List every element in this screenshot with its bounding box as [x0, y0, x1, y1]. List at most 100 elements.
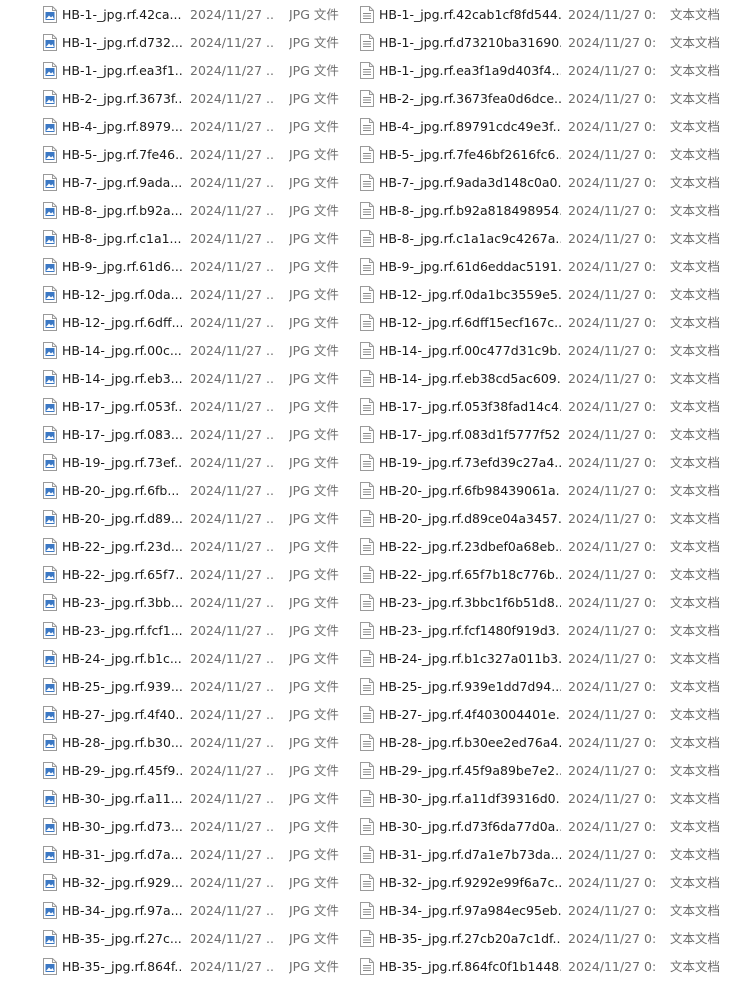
file-row-jpg[interactable]: HB-27-_jpg.rf.4f40... 2024/11/27 ... JPG…: [0, 700, 350, 728]
image-file-icon: [43, 370, 57, 387]
file-date: 2024/11/27 0:...: [568, 763, 657, 778]
image-file-icon: [43, 398, 57, 415]
file-row-text[interactable]: HB-8-_jpg.rf.b92a818498954... 2024/11/27…: [354, 196, 750, 224]
file-row-text[interactable]: HB-5-_jpg.rf.7fe46bf2616fc6... 2024/11/2…: [354, 140, 750, 168]
file-row-jpg[interactable]: HB-4-_jpg.rf.8979... 2024/11/27 ... JPG …: [0, 112, 350, 140]
file-row-text[interactable]: HB-34-_jpg.rf.97a984ec95eb... 2024/11/27…: [354, 896, 750, 924]
file-date: 2024/11/27 ...: [190, 63, 275, 78]
file-row-jpg[interactable]: HB-23-_jpg.rf.3bb... 2024/11/27 ... JPG …: [0, 588, 350, 616]
file-row-text[interactable]: HB-12-_jpg.rf.6dff15ecf167c... 2024/11/2…: [354, 308, 750, 336]
file-row-jpg[interactable]: HB-22-_jpg.rf.65f7... 2024/11/27 ... JPG…: [0, 560, 350, 588]
file-row-jpg[interactable]: HB-23-_jpg.rf.fcf1... 2024/11/27 ... JPG…: [0, 616, 350, 644]
file-row-jpg[interactable]: HB-17-_jpg.rf.083... 2024/11/27 ... JPG …: [0, 420, 350, 448]
file-date: 2024/11/27 ...: [190, 595, 275, 610]
file-row-jpg[interactable]: HB-5-_jpg.rf.7fe46... 2024/11/27 ... JPG…: [0, 140, 350, 168]
file-row-text[interactable]: HB-14-_jpg.rf.eb38cd5ac609... 2024/11/27…: [354, 364, 750, 392]
file-row-jpg[interactable]: HB-14-_jpg.rf.00c... 2024/11/27 ... JPG …: [0, 336, 350, 364]
file-row-jpg[interactable]: HB-8-_jpg.rf.c1a1... 2024/11/27 ... JPG …: [0, 224, 350, 252]
file-row-text[interactable]: HB-1-_jpg.rf.d73210ba31690... 2024/11/27…: [354, 28, 750, 56]
file-row-text[interactable]: HB-22-_jpg.rf.23dbef0a68eb... 2024/11/27…: [354, 532, 750, 560]
file-row-jpg[interactable]: HB-22-_jpg.rf.23d... 2024/11/27 ... JPG …: [0, 532, 350, 560]
file-name: HB-5-_jpg.rf.7fe46bf2616fc6...: [379, 147, 561, 162]
file-row-jpg[interactable]: HB-25-_jpg.rf.939... 2024/11/27 ... JPG …: [0, 672, 350, 700]
file-row-text[interactable]: HB-14-_jpg.rf.00c477d31c9b... 2024/11/27…: [354, 336, 750, 364]
file-type: 文本文档: [670, 819, 721, 834]
file-row-text[interactable]: HB-22-_jpg.rf.65f7b18c776b... 2024/11/27…: [354, 560, 750, 588]
file-row-jpg[interactable]: HB-1-_jpg.rf.42ca... 2024/11/27 ... JPG …: [0, 0, 350, 28]
file-row-jpg[interactable]: HB-24-_jpg.rf.b1c... 2024/11/27 ... JPG …: [0, 644, 350, 672]
file-type: 文本文档: [670, 791, 721, 806]
file-row-text[interactable]: HB-24-_jpg.rf.b1c327a011b3... 2024/11/27…: [354, 644, 750, 672]
file-row-text[interactable]: HB-2-_jpg.rf.3673fea0d6dce... 2024/11/27…: [354, 84, 750, 112]
image-file-icon: [43, 482, 57, 499]
file-row-jpg[interactable]: HB-30-_jpg.rf.a11... 2024/11/27 ... JPG …: [0, 784, 350, 812]
file-row-jpg[interactable]: HB-8-_jpg.rf.b92a... 2024/11/27 ... JPG …: [0, 196, 350, 224]
file-row-text[interactable]: HB-19-_jpg.rf.73efd39c27a4... 2024/11/27…: [354, 448, 750, 476]
file-row-text[interactable]: HB-9-_jpg.rf.61d6eddac5191... 2024/11/27…: [354, 252, 750, 280]
file-date: 2024/11/27 ...: [190, 259, 275, 274]
file-row-text[interactable]: HB-8-_jpg.rf.c1a1ac9c4267a... 2024/11/27…: [354, 224, 750, 252]
file-row-jpg[interactable]: HB-30-_jpg.rf.d73... 2024/11/27 ... JPG …: [0, 812, 350, 840]
file-row-jpg[interactable]: HB-14-_jpg.rf.eb3... 2024/11/27 ... JPG …: [0, 364, 350, 392]
file-type: JPG 文件: [289, 959, 339, 974]
file-name: HB-24-_jpg.rf.b1c327a011b3...: [379, 651, 561, 666]
file-row-text[interactable]: HB-25-_jpg.rf.939e1dd7d94... 2024/11/27 …: [354, 672, 750, 700]
file-row-text[interactable]: HB-30-_jpg.rf.a11df39316d0... 2024/11/27…: [354, 784, 750, 812]
file-row-jpg[interactable]: HB-19-_jpg.rf.73ef... 2024/11/27 ... JPG…: [0, 448, 350, 476]
file-row-text[interactable]: HB-4-_jpg.rf.89791cdc49e3f... 2024/11/27…: [354, 112, 750, 140]
file-type: JPG 文件: [289, 427, 339, 442]
file-row-jpg[interactable]: HB-28-_jpg.rf.b30... 2024/11/27 ... JPG …: [0, 728, 350, 756]
file-date: 2024/11/27 ...: [190, 707, 275, 722]
file-date: 2024/11/27 ...: [190, 931, 275, 946]
file-date: 2024/11/27 0:...: [568, 259, 657, 274]
file-name: HB-23-_jpg.rf.fcf1...: [62, 623, 182, 638]
file-row-text[interactable]: HB-29-_jpg.rf.45f9a89be7e2... 2024/11/27…: [354, 756, 750, 784]
file-row-jpg[interactable]: HB-34-_jpg.rf.97a... 2024/11/27 ... JPG …: [0, 896, 350, 924]
file-row-text[interactable]: HB-7-_jpg.rf.9ada3d148c0a0... 2024/11/27…: [354, 168, 750, 196]
file-row-jpg[interactable]: HB-1-_jpg.rf.ea3f1... 2024/11/27 ... JPG…: [0, 56, 350, 84]
file-row-text[interactable]: HB-35-_jpg.rf.864fc0f1b1448... 2024/11/2…: [354, 952, 750, 980]
file-row-jpg[interactable]: HB-9-_jpg.rf.61d6... 2024/11/27 ... JPG …: [0, 252, 350, 280]
file-row-text[interactable]: HB-12-_jpg.rf.0da1bc3559e5... 2024/11/27…: [354, 280, 750, 308]
file-row-text[interactable]: HB-23-_jpg.rf.fcf1480f919d3... 2024/11/2…: [354, 616, 750, 644]
file-row-text[interactable]: HB-1-_jpg.rf.ea3f1a9d403f4... 2024/11/27…: [354, 56, 750, 84]
file-row-jpg[interactable]: HB-12-_jpg.rf.0da... 2024/11/27 ... JPG …: [0, 280, 350, 308]
file-row-text[interactable]: HB-20-_jpg.rf.6fb98439061a... 2024/11/27…: [354, 476, 750, 504]
file-name: HB-12-_jpg.rf.6dff...: [62, 315, 182, 330]
file-row-jpg[interactable]: HB-35-_jpg.rf.864f... 2024/11/27 ... JPG…: [0, 952, 350, 980]
file-row-text[interactable]: HB-20-_jpg.rf.d89ce04a3457... 2024/11/27…: [354, 504, 750, 532]
file-row-jpg[interactable]: HB-12-_jpg.rf.6dff... 2024/11/27 ... JPG…: [0, 308, 350, 336]
file-type: JPG 文件: [289, 875, 339, 890]
file-row-jpg[interactable]: HB-17-_jpg.rf.053f... 2024/11/27 ... JPG…: [0, 392, 350, 420]
file-date: 2024/11/27 0:...: [568, 203, 657, 218]
file-row-jpg[interactable]: HB-1-_jpg.rf.d732... 2024/11/27 ... JPG …: [0, 28, 350, 56]
file-row-text[interactable]: HB-31-_jpg.rf.d7a1e7b73da... 2024/11/27 …: [354, 840, 750, 868]
file-row-jpg[interactable]: HB-2-_jpg.rf.3673f... 2024/11/27 ... JPG…: [0, 84, 350, 112]
file-row-text[interactable]: HB-17-_jpg.rf.083d1f5777f52... 2024/11/2…: [354, 420, 750, 448]
file-row-text[interactable]: HB-28-_jpg.rf.b30ee2ed76a4... 2024/11/27…: [354, 728, 750, 756]
file-date: 2024/11/27 ...: [190, 903, 275, 918]
file-date: 2024/11/27 0:...: [568, 231, 657, 246]
file-row-jpg[interactable]: HB-7-_jpg.rf.9ada... 2024/11/27 ... JPG …: [0, 168, 350, 196]
file-row-text[interactable]: HB-30-_jpg.rf.d73f6da77d0a... 2024/11/27…: [354, 812, 750, 840]
file-type: 文本文档: [670, 511, 721, 526]
file-row-jpg[interactable]: HB-20-_jpg.rf.6fb... 2024/11/27 ... JPG …: [0, 476, 350, 504]
file-row-jpg[interactable]: HB-35-_jpg.rf.27c... 2024/11/27 ... JPG …: [0, 924, 350, 952]
file-row-text[interactable]: HB-1-_jpg.rf.42cab1cf8fd544... 2024/11/2…: [354, 0, 750, 28]
file-row-jpg[interactable]: HB-32-_jpg.rf.929... 2024/11/27 ... JPG …: [0, 868, 350, 896]
file-row-text[interactable]: HB-27-_jpg.rf.4f403004401e... 2024/11/27…: [354, 700, 750, 728]
file-row-text[interactable]: HB-35-_jpg.rf.27cb20a7c1df... 2024/11/27…: [354, 924, 750, 952]
file-date: 2024/11/27 0:...: [568, 679, 657, 694]
file-type: 文本文档: [670, 651, 721, 666]
file-row-text[interactable]: HB-17-_jpg.rf.053f38fad14c4... 2024/11/2…: [354, 392, 750, 420]
file-name: HB-2-_jpg.rf.3673fea0d6dce...: [379, 91, 561, 106]
file-row-jpg[interactable]: HB-31-_jpg.rf.d7a... 2024/11/27 ... JPG …: [0, 840, 350, 868]
file-row-jpg[interactable]: HB-29-_jpg.rf.45f9... 2024/11/27 ... JPG…: [0, 756, 350, 784]
file-row-jpg[interactable]: HB-20-_jpg.rf.d89... 2024/11/27 ... JPG …: [0, 504, 350, 532]
file-date: 2024/11/27 0:...: [568, 315, 657, 330]
file-row-text[interactable]: HB-32-_jpg.rf.9292e99f6a7c... 2024/11/27…: [354, 868, 750, 896]
text-document-icon: [360, 902, 374, 919]
file-date: 2024/11/27 0:...: [568, 567, 657, 582]
file-row-text[interactable]: HB-23-_jpg.rf.3bbc1f6b51d8... 2024/11/27…: [354, 588, 750, 616]
image-file-icon: [43, 958, 57, 975]
